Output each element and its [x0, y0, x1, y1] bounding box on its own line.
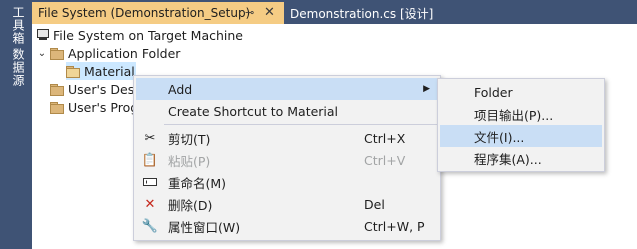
tab-file-system[interactable]: File System (Demonstration_Setup) ⊸ ✕ [32, 2, 284, 24]
menu-item-label: 程序集(A)... [474, 151, 542, 167]
menu-item-add[interactable]: Add ▶ [136, 78, 438, 100]
toolbox-tab[interactable]: 工具箱 [7, 6, 25, 45]
document-tab-bar: File System (Demonstration_Setup) ⊸ ✕ De… [32, 0, 637, 24]
folder-icon [50, 101, 64, 114]
tab-demonstration-label: Demonstration.cs [设计] [290, 6, 434, 21]
add-submenu: Folder 项目输出(P)... 文件(I)... 程序集(A)... [437, 78, 605, 172]
tree-node-material[interactable]: Material [66, 62, 136, 80]
rename-icon [143, 175, 157, 189]
menu-item-label: 项目输出(P)... [474, 107, 554, 123]
scissors-icon: ✂ [144, 130, 156, 146]
menu-item-label: 剪切(T) [168, 131, 211, 147]
menu-item-cut[interactable]: ✂ 剪切(T) Ctrl+X [136, 127, 438, 149]
tab-demonstration-design[interactable]: Demonstration.cs [设计] [284, 2, 464, 24]
menu-item-create-shortcut[interactable]: Create Shortcut to Material [136, 100, 438, 122]
menu-item-shortcut: Ctrl+W, P [364, 218, 425, 234]
close-icon[interactable]: ✕ [264, 5, 275, 20]
menu-item-label: Folder [474, 84, 513, 100]
menu-item-rename[interactable]: 重命名(M) [136, 171, 438, 193]
menu-item-label: 重命名(M) [168, 175, 227, 191]
submenu-item-assembly[interactable]: 程序集(A)... [440, 147, 602, 169]
tree-node-users-desktop[interactable]: User's Desk [50, 80, 141, 98]
menu-item-shortcut: Del [364, 196, 385, 212]
menu-item-label: 粘贴(P) [168, 153, 211, 169]
tab-file-system-label: File System (Demonstration_Setup) [38, 6, 251, 20]
side-tool-strip: 工具箱 数据源 [0, 0, 32, 249]
tree-node-root[interactable]: File System on Target Machine [36, 26, 243, 44]
menu-item-shortcut: Ctrl+V [364, 152, 406, 168]
data-sources-tab[interactable]: 数据源 [7, 48, 25, 87]
tree-node-users-programs[interactable]: User's Prog [50, 98, 138, 116]
tree-node-label: Application Folder [68, 45, 181, 61]
pin-icon[interactable]: ⊸ [245, 6, 254, 19]
submenu-item-project-output[interactable]: 项目输出(P)... [440, 103, 602, 125]
delete-icon: ✕ [144, 196, 156, 212]
submenu-arrow-icon: ▶ [423, 84, 430, 94]
menu-item-delete[interactable]: ✕ 删除(D) Del [136, 193, 438, 215]
menu-item-label: Create Shortcut to Material [168, 103, 339, 119]
tree-node-label: Material [84, 63, 135, 79]
wrench-icon: 🔧 [141, 218, 159, 234]
chevron-down-icon[interactable]: ⌄ [36, 48, 48, 59]
menu-item-paste[interactable]: 📋 粘贴(P) Ctrl+V [136, 149, 438, 171]
menu-item-label: 删除(D) [168, 197, 213, 213]
menu-separator [164, 124, 438, 125]
folder-icon [50, 47, 64, 60]
tree-node-label: User's Prog [68, 99, 139, 115]
submenu-item-folder[interactable]: Folder [440, 81, 602, 103]
menu-item-label: 文件(I)... [474, 129, 525, 145]
tree-node-label: File System on Target Machine [53, 27, 243, 43]
menu-item-label: Add [168, 81, 193, 97]
menu-item-shortcut: Ctrl+X [364, 130, 406, 146]
tree-node-label: User's Desk [68, 81, 142, 97]
context-menu: Add ▶ Create Shortcut to Material ✂ 剪切(T… [133, 75, 441, 241]
submenu-item-file[interactable]: 文件(I)... [440, 125, 602, 147]
tree-node-application-folder[interactable]: ⌄ Application Folder [36, 44, 181, 62]
computer-icon [36, 29, 49, 41]
menu-item-label: 属性窗口(W) [168, 219, 241, 235]
clipboard-icon: 📋 [141, 152, 159, 168]
folder-icon [50, 83, 64, 96]
folder-open-icon [66, 65, 80, 78]
menu-item-properties[interactable]: 🔧 属性窗口(W) Ctrl+W, P [136, 215, 438, 237]
